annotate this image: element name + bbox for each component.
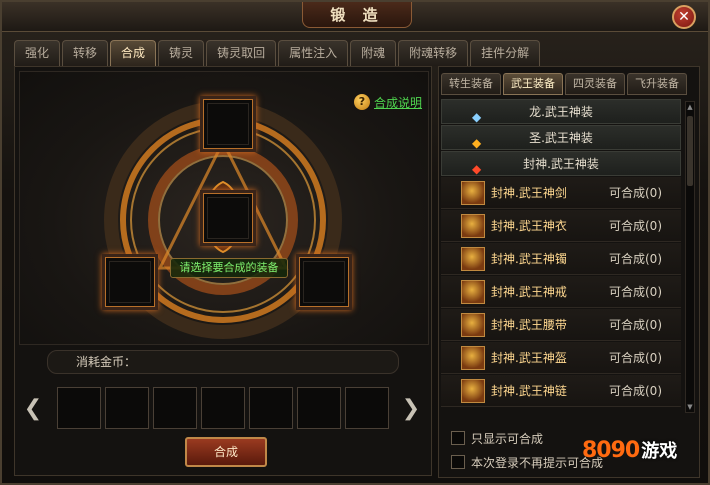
tab-strengthen[interactable]: 强化: [14, 40, 61, 66]
list-item[interactable]: 封神.武王神剑 可合成(0): [441, 177, 681, 209]
prev-arrow-button[interactable]: ❮: [21, 394, 45, 422]
material-slot[interactable]: [153, 387, 197, 429]
target-equipment-slot[interactable]: [200, 190, 256, 246]
item-name: 封神.武王神衣: [491, 219, 567, 233]
item-name: 封神.武王神戒: [491, 285, 567, 299]
subtab-rebirth-equipment[interactable]: 转生装备: [441, 73, 501, 95]
only-show-composable-checkbox[interactable]: [451, 431, 465, 445]
window-title: 锻 造: [302, 2, 412, 28]
list-item[interactable]: 封神.武王神镯 可合成(0): [441, 243, 681, 275]
subtab-four-spirit-equipment[interactable]: 四灵装备: [565, 73, 625, 95]
helmet-icon: [461, 345, 485, 370]
no-reminder-checkbox[interactable]: [451, 455, 465, 469]
close-button[interactable]: ✕: [672, 5, 696, 29]
sword-icon: [461, 180, 485, 205]
filter-options: 只显示可合成 本次登录不再提示可合成: [451, 427, 603, 475]
list-item[interactable]: 封神.武王神衣 可合成(0): [441, 210, 681, 242]
scroll-up-icon[interactable]: ▲: [686, 103, 694, 111]
compose-help-link[interactable]: 合成说明: [374, 94, 422, 111]
result-slot-top[interactable]: [200, 96, 256, 152]
no-reminder-option[interactable]: 本次登录不再提示可合成: [451, 451, 603, 473]
scroll-down-icon[interactable]: ▼: [686, 403, 694, 411]
material-slot[interactable]: [105, 387, 149, 429]
item-name: 封神.武王神镯: [491, 252, 567, 266]
tab-retrieve-spirit[interactable]: 铸灵取回: [206, 40, 277, 66]
armor-icon: [461, 213, 485, 238]
material-slot-left[interactable]: [102, 254, 158, 310]
category-row-fengshen[interactable]: ◆ 封神.武王神装: [441, 151, 681, 176]
item-status: 可合成(0): [609, 285, 662, 299]
list-scrollbar[interactable]: ▲ ▼: [685, 101, 695, 413]
checkbox-label: 只显示可合成: [471, 431, 544, 446]
material-slot-right[interactable]: [296, 254, 352, 310]
list-item[interactable]: 封神.武王腰带 可合成(0): [441, 309, 681, 341]
list-item[interactable]: 封神.武王神链 可合成(0): [441, 375, 681, 407]
subtab-wuwang-equipment[interactable]: 武王装备: [503, 73, 563, 95]
help-icon[interactable]: ?: [354, 94, 370, 110]
checkbox-label: 本次登录不再提示可合成: [471, 455, 604, 470]
tab-attribute-inject[interactable]: 属性注入: [278, 40, 349, 66]
tab-transfer[interactable]: 转移: [62, 40, 109, 66]
tab-pendant-decompose[interactable]: 挂件分解: [470, 40, 541, 66]
item-name: 封神.武王神盔: [491, 351, 567, 365]
list-item[interactable]: 封神.武王神盔 可合成(0): [441, 342, 681, 374]
equipment-list: ◆ 龙.武王神装 ◆ 圣.武王神装 ◆ 封神.武王神装 封神.武王神剑 可合成(…: [441, 99, 681, 417]
item-name: 封神.武王神链: [491, 384, 567, 398]
compose-button[interactable]: 合成: [185, 437, 267, 467]
forge-circle-area: ? 合成说明 请选择要合成的装备: [19, 71, 429, 345]
gold-cost-label: 消耗金币：: [76, 355, 137, 369]
title-bar: 锻 造 ✕: [2, 2, 708, 32]
item-name: 封神.武王腰带: [491, 318, 567, 332]
tab-soul-transfer[interactable]: 附魂转移: [398, 40, 469, 66]
category-label: 龙.武王神装: [529, 105, 593, 119]
select-equipment-hint: 请选择要合成的装备: [170, 258, 288, 278]
item-status: 可合成(0): [609, 186, 662, 200]
item-status: 可合成(0): [609, 384, 662, 398]
bracelet-icon: [461, 246, 485, 271]
material-slot[interactable]: [249, 387, 293, 429]
item-status: 可合成(0): [609, 318, 662, 332]
belt-icon: [461, 312, 485, 337]
gold-cost-bar: 消耗金币：: [47, 350, 399, 374]
item-status: 可合成(0): [609, 219, 662, 233]
only-show-composable-option[interactable]: 只显示可合成: [451, 427, 603, 449]
scroll-thumb[interactable]: [687, 116, 693, 186]
tab-compose[interactable]: 合成: [110, 40, 157, 66]
subtab-ascension-equipment[interactable]: 飞升装备: [627, 73, 687, 95]
category-row-dragon[interactable]: ◆ 龙.武王神装: [441, 99, 681, 124]
material-slot-row: [57, 387, 389, 429]
category-label: 圣.武王神装: [529, 131, 593, 145]
item-status: 可合成(0): [609, 351, 662, 365]
material-slot[interactable]: [297, 387, 341, 429]
next-arrow-button[interactable]: ❯: [399, 394, 423, 422]
category-row-saint[interactable]: ◆ 圣.武王神装: [441, 125, 681, 150]
forge-window: 锻 造 ✕ 强化 转移 合成 铸灵 铸灵取回 属性注入 附魂 附魂转移 挂件分解…: [0, 0, 710, 485]
compose-panel: ? 合成说明 请选择要合成的装备 消耗金币： ❮ ❯ 合成: [14, 66, 432, 476]
tab-cast-spirit[interactable]: 铸灵: [158, 40, 205, 66]
item-status: 可合成(0): [609, 252, 662, 266]
ring-icon: [461, 279, 485, 304]
tab-soul-attach[interactable]: 附魂: [350, 40, 397, 66]
equipment-subtabs: 转生装备 武王装备 四灵装备 飞升装备: [441, 73, 687, 95]
necklace-icon: [461, 378, 485, 403]
list-item[interactable]: 封神.武王神戒 可合成(0): [441, 276, 681, 308]
material-slot[interactable]: [201, 387, 245, 429]
material-slot[interactable]: [57, 387, 101, 429]
material-slot[interactable]: [345, 387, 389, 429]
main-tabs: 强化 转移 合成 铸灵 铸灵取回 属性注入 附魂 附魂转移 挂件分解: [14, 40, 541, 66]
category-label: 封神.武王神装: [523, 157, 599, 171]
equipment-list-panel: 转生装备 武王装备 四灵装备 飞升装备 ◆ 龙.武王神装 ◆ 圣.武王神装 ◆ …: [438, 66, 700, 478]
item-name: 封神.武王神剑: [491, 186, 567, 200]
